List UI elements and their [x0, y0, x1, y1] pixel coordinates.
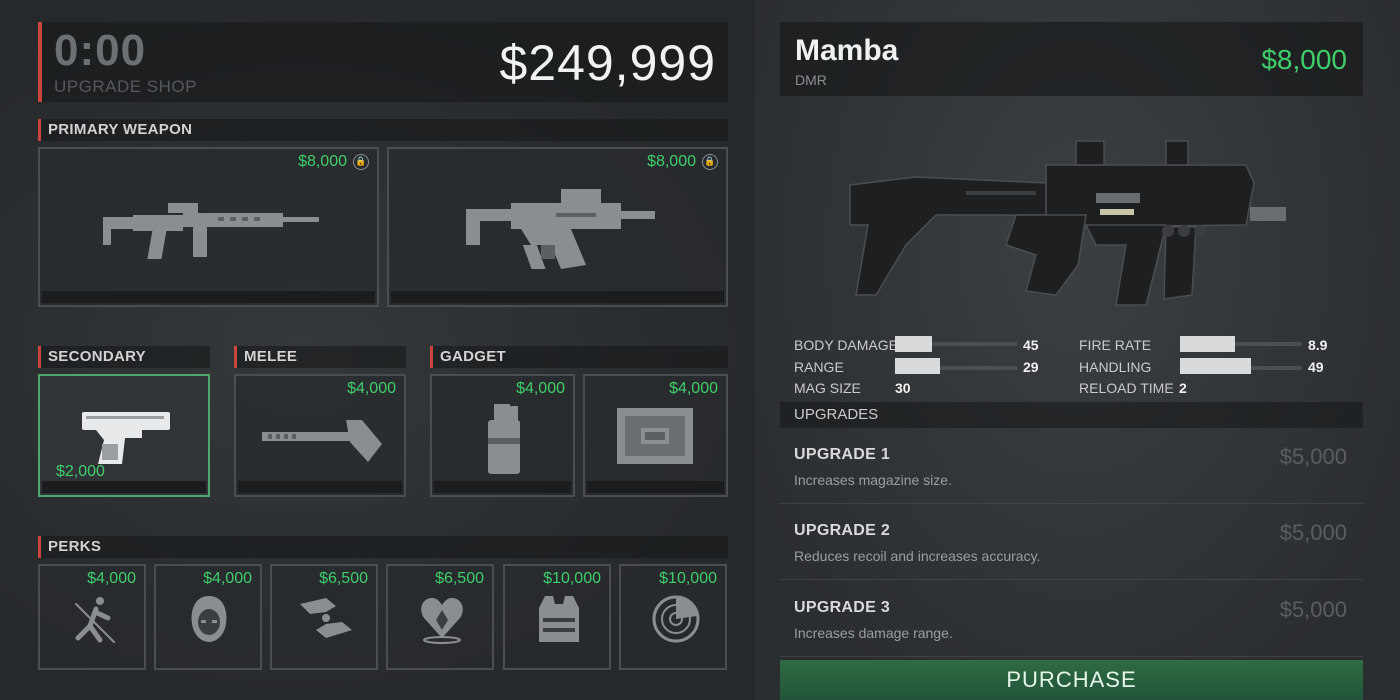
weapon-title-box: Mamba DMR $8,000 — [780, 22, 1363, 96]
item-price: $10,000 — [659, 570, 717, 587]
gadget-card-1[interactable]: $4,000 — [430, 374, 575, 497]
weapon-name: Mamba — [795, 34, 899, 67]
upgrade-title: UPGRADE 3 — [794, 599, 891, 616]
upgrades-heading: UPGRADES — [780, 402, 1363, 428]
perk-card-2[interactable]: $4,000 — [154, 564, 262, 670]
stat-handling-bar — [1180, 358, 1251, 374]
melee-card[interactable]: $4,000 — [234, 374, 406, 497]
item-price: $2,000 — [56, 463, 105, 480]
heart-icon — [421, 598, 463, 644]
hands-icon — [300, 598, 352, 638]
perk-card-4[interactable]: $6,500 — [386, 564, 494, 670]
upgrade-row-3[interactable]: UPGRADE 3 Increases damage range. $5,000 — [780, 585, 1363, 657]
upgrade-title: UPGRADE 1 — [794, 446, 891, 463]
money-balance: $249,999 — [499, 35, 716, 91]
stat-range-bar — [895, 358, 940, 374]
item-price: $10,000 — [543, 570, 601, 587]
weapon-price: $8,000 — [1261, 44, 1347, 75]
item-price: $8,000 — [298, 153, 347, 170]
item-price: $4,000 — [669, 380, 718, 397]
item-price: $6,500 — [319, 570, 368, 587]
crate-icon — [617, 408, 693, 464]
item-price: $6,500 — [435, 570, 484, 587]
vest-icon — [539, 596, 579, 642]
section-melee: MELEE — [234, 346, 406, 368]
stat-body-damage-label: BODY DAMAGE — [794, 337, 898, 353]
upgrade-description: Increases magazine size. — [794, 472, 952, 488]
assault-rifle-icon — [103, 203, 319, 259]
axe-icon — [262, 420, 382, 462]
secondary-card[interactable]: $2,000 — [38, 374, 210, 497]
stat-handling-label: HANDLING — [1079, 359, 1152, 375]
upgrade-price: $5,000 — [1279, 444, 1347, 469]
stat-reload-time-value: 2 — [1179, 380, 1187, 396]
round-timer: 0:00 — [54, 26, 147, 75]
purchase-button[interactable]: PURCHASE — [780, 660, 1363, 700]
hood-icon — [191, 596, 227, 642]
stat-range-value: 29 — [1023, 359, 1039, 375]
mamba-dmr-icon — [849, 140, 1286, 306]
upgrade-row-1[interactable]: UPGRADE 1 Increases magazine size. $5,00… — [780, 432, 1363, 504]
upgrade-price: $5,000 — [1279, 520, 1347, 545]
perk-card-6[interactable]: $10,000 — [619, 564, 727, 670]
card-footer-bar — [42, 291, 375, 303]
upgrade-row-2[interactable]: UPGRADE 2 Reduces recoil and increases a… — [780, 508, 1363, 580]
stat-mag-size-label: MAG SIZE — [794, 380, 861, 396]
card-footer-bar — [587, 481, 724, 493]
primary-weapon-card-1[interactable]: $8,000 🔒 — [38, 147, 379, 307]
pistol-icon — [82, 412, 170, 464]
card-footer-bar — [238, 481, 402, 493]
card-footer-bar — [434, 481, 571, 493]
stat-handling-value: 49 — [1308, 359, 1324, 375]
sprint-icon — [75, 597, 115, 643]
card-footer-bar — [391, 291, 724, 303]
item-price: $4,000 — [203, 570, 252, 587]
lock-icon: 🔒 — [702, 154, 718, 170]
shop-header: 0:00 UPGRADE SHOP $249,999 — [38, 22, 728, 102]
card-footer-bar — [42, 481, 206, 493]
stat-fire-rate-value: 8.9 — [1308, 337, 1328, 353]
weapon-type: DMR — [795, 72, 827, 88]
upgrade-description: Increases damage range. — [794, 625, 953, 641]
item-price: $4,000 — [347, 380, 396, 397]
lock-icon: 🔒 — [353, 154, 369, 170]
item-price: $8,000 — [647, 153, 696, 170]
stat-reload-time-label: RELOAD TIME — [1079, 380, 1174, 396]
section-secondary: SECONDARY — [38, 346, 210, 368]
item-price: $4,000 — [516, 380, 565, 397]
stat-range-label: RANGE — [794, 359, 844, 375]
stat-mag-size-value: 30 — [895, 380, 911, 396]
shop-label: UPGRADE SHOP — [54, 77, 197, 96]
perk-card-1[interactable]: $4,000 — [38, 564, 146, 670]
item-price: $4,000 — [87, 570, 136, 587]
perk-card-5[interactable]: $10,000 — [503, 564, 611, 670]
upgrade-title: UPGRADE 2 — [794, 522, 891, 539]
radar-icon — [652, 595, 700, 643]
stat-fire-rate-label: FIRE RATE — [1079, 337, 1152, 353]
upgrade-description: Reduces recoil and increases accuracy. — [794, 548, 1041, 564]
section-primary-weapon: PRIMARY WEAPON — [38, 119, 728, 141]
section-gadget: GADGET — [430, 346, 728, 368]
grenade-icon — [488, 404, 520, 474]
bullpup-rifle-icon — [466, 189, 655, 269]
perk-card-3[interactable]: $6,500 — [270, 564, 378, 670]
stat-body-damage-bar — [895, 336, 932, 352]
upgrade-price: $5,000 — [1279, 597, 1347, 622]
primary-weapon-card-2[interactable]: $8,000 🔒 — [387, 147, 728, 307]
section-perks: PERKS — [38, 536, 728, 558]
stat-body-damage-value: 45 — [1023, 337, 1039, 353]
stat-fire-rate-bar — [1180, 336, 1235, 352]
gadget-card-2[interactable]: $4,000 — [583, 374, 728, 497]
